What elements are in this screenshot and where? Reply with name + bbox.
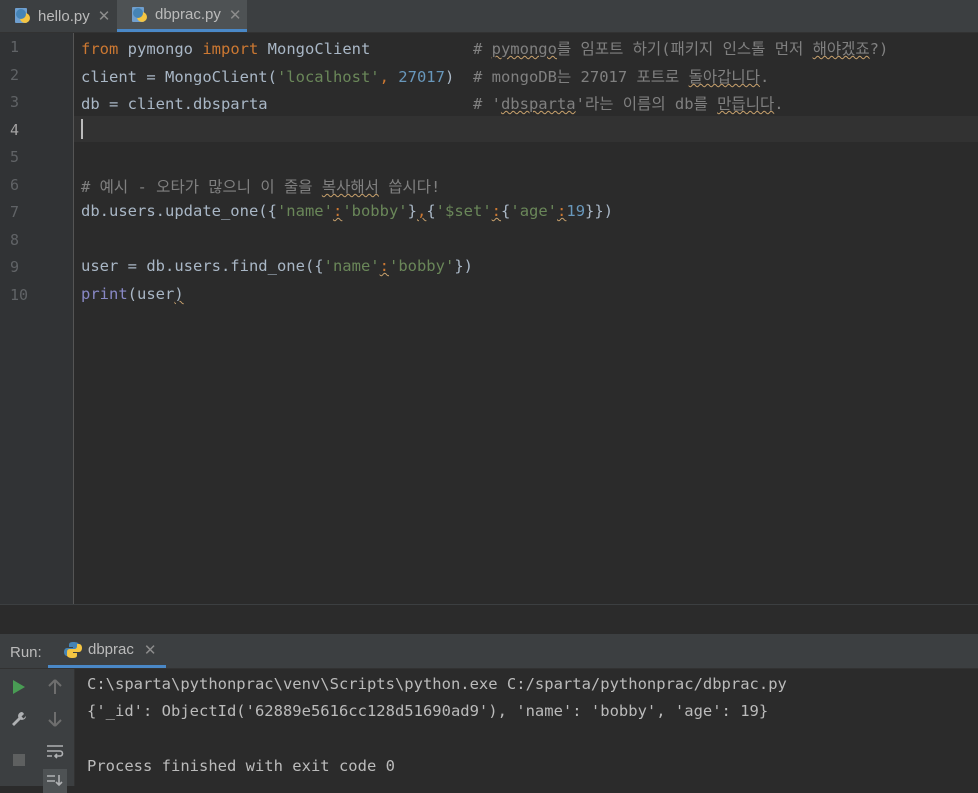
line-number: 1 bbox=[10, 38, 20, 56]
editor-scroll-area bbox=[0, 604, 978, 635]
scroll-up-button[interactable] bbox=[43, 675, 67, 699]
line-number: 7 bbox=[10, 203, 20, 221]
run-tab-label: dbprac bbox=[88, 641, 134, 658]
scroll-down-button[interactable] bbox=[43, 707, 67, 731]
code-line-3: db = client.dbsparta # 'dbsparta'라는 이름의 … bbox=[81, 95, 784, 113]
line-number: 5 bbox=[10, 148, 20, 166]
rerun-button[interactable] bbox=[7, 675, 31, 699]
line-number: 3 bbox=[10, 93, 20, 111]
line-number: 2 bbox=[10, 66, 20, 84]
code-line-7: db.users.update_one({'name':'bobby'},{'$… bbox=[81, 202, 614, 220]
code-line-9: user = db.users.find_one({'name':'bobby'… bbox=[81, 257, 473, 275]
run-label: Run: bbox=[10, 644, 42, 661]
soft-wrap-button[interactable] bbox=[43, 740, 67, 764]
arrow-down-icon bbox=[48, 712, 62, 727]
close-icon[interactable]: ✕ bbox=[144, 641, 157, 659]
wrench-icon bbox=[12, 712, 26, 726]
text-caret bbox=[81, 119, 83, 139]
console-line: C:\sparta\pythonprac\venv\Scripts\python… bbox=[87, 675, 787, 693]
editor-tab-bar: hello.py ✕ dbprac.py ✕ bbox=[0, 0, 978, 33]
console-line: {'_id': ObjectId('62889e5616cc128d51690a… bbox=[87, 702, 769, 720]
stop-button[interactable] bbox=[7, 748, 31, 772]
settings-button[interactable] bbox=[7, 707, 31, 731]
line-number: 4 bbox=[10, 121, 20, 139]
console-line: Process finished with exit code 0 bbox=[87, 757, 395, 775]
run-toolbar bbox=[0, 669, 39, 786]
run-tool-window-header: Run: dbprac ✕ bbox=[0, 634, 978, 669]
line-number: 9 bbox=[10, 258, 20, 276]
line-number: 6 bbox=[10, 176, 20, 194]
arrow-up-icon bbox=[48, 679, 62, 694]
line-number: 10 bbox=[10, 286, 29, 304]
code-line-1: from pymongo import MongoClient # pymong… bbox=[81, 40, 889, 58]
stop-icon bbox=[13, 754, 25, 766]
play-icon bbox=[13, 680, 25, 694]
current-line-highlight bbox=[74, 116, 978, 142]
tab-hello-py[interactable]: hello.py ✕ bbox=[0, 0, 116, 32]
python-icon bbox=[64, 641, 82, 658]
python-file-icon bbox=[15, 8, 30, 23]
code-line-6: # 예시 - 오타가 많으니 이 줄을 복사해서 씁시다! bbox=[81, 178, 441, 196]
python-file-icon bbox=[132, 6, 147, 22]
run-console-output[interactable]: C:\sparta\pythonprac\venv\Scripts\python… bbox=[75, 669, 978, 786]
tab-dbprac-py[interactable]: dbprac.py ✕ bbox=[117, 0, 247, 32]
line-number-gutter: 1 2 3 4 5 6 7 8 9 10 bbox=[0, 33, 74, 604]
code-line-10: print(user) bbox=[81, 285, 184, 303]
line-number: 8 bbox=[10, 231, 20, 249]
soft-wrap-icon bbox=[47, 745, 64, 759]
code-line-2: client = MongoClient('localhost', 27017)… bbox=[81, 68, 770, 86]
close-icon[interactable]: ✕ bbox=[229, 6, 242, 24]
run-toolbar-secondary bbox=[38, 669, 75, 793]
tab-label: hello.py bbox=[38, 7, 90, 25]
run-tab-dbprac[interactable]: dbprac ✕ bbox=[48, 634, 167, 668]
close-icon[interactable]: ✕ bbox=[98, 7, 111, 25]
tab-label: dbprac.py bbox=[155, 6, 221, 23]
scroll-to-end-button[interactable] bbox=[43, 769, 67, 793]
